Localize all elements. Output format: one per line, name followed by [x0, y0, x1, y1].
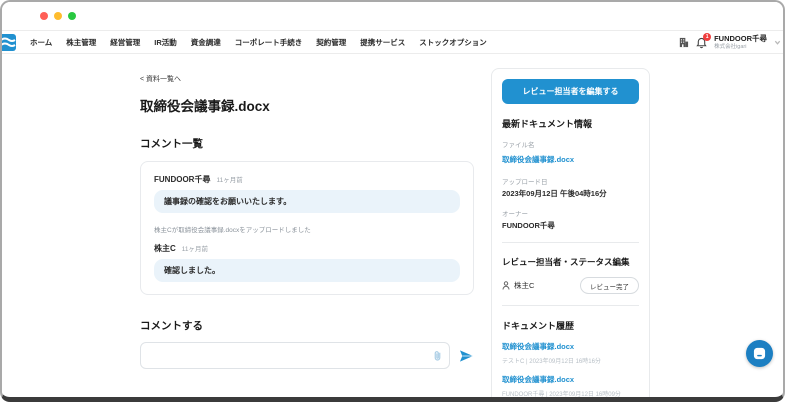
notifications-button[interactable]: 1	[696, 37, 707, 49]
comment-input[interactable]	[140, 342, 450, 369]
nav-item-home[interactable]: ホーム	[30, 37, 52, 48]
nav-item-corporate-procedures[interactable]: コーポレート手続き	[235, 37, 303, 48]
fundoor-logo-icon[interactable]	[0, 34, 16, 51]
close-window-button[interactable]	[40, 12, 48, 20]
user-menu[interactable]: FUNDOOR千尋 株式会社igari	[714, 35, 767, 50]
comments-heading: コメント一覧	[140, 136, 474, 151]
comment-bubble: 確認しました。	[154, 259, 460, 282]
comment-bubble: 議事録の確認をお願いいたします。	[154, 190, 460, 213]
person-icon	[502, 281, 510, 290]
comment-composer	[140, 342, 474, 369]
owner-label: オーナー	[502, 208, 639, 218]
system-message: 株主Cが取締役会議事録.docxをアップロードしました	[154, 224, 460, 234]
comment-author: FUNDOOR千尋	[154, 174, 210, 185]
nav-item-stock-options[interactable]: ストックオプション	[419, 37, 487, 48]
comment-list: FUNDOOR千尋 11ヶ月前 議事録の確認をお願いいたします。 株主Cが取締役…	[140, 161, 474, 295]
document-history-heading: ドキュメント履歴	[502, 319, 639, 332]
chat-support-button[interactable]	[746, 340, 773, 367]
upload-date-value: 2023年09月12日 午後04時16分	[502, 188, 639, 199]
nav-item-shareholder-management[interactable]: 株主管理	[66, 37, 96, 48]
file-name-link[interactable]: 取締役会議事録.docx	[502, 154, 574, 165]
history-document-link[interactable]: 取締役会議事録.docx	[502, 374, 574, 385]
review-status-badge[interactable]: レビュー完了	[580, 277, 639, 294]
main-navigation: ホーム 株主管理 経営管理 IR活動 資金調達 コーポレート手続き 契約管理 提…	[2, 37, 487, 48]
building-icon[interactable]	[678, 37, 689, 48]
nav-item-fundraising[interactable]: 資金調達	[191, 37, 221, 48]
comment: 株主C 11ヶ月前 確認しました。	[154, 243, 460, 282]
edit-reviewers-button[interactable]: レビュー担当者を編集する	[502, 79, 639, 104]
comment-time: 11ヶ月前	[182, 243, 208, 253]
nav-item-business-management[interactable]: 経営管理	[110, 37, 140, 48]
history-meta: テストC | 2023年09月12日 16時16分	[502, 356, 639, 365]
send-comment-button[interactable]	[459, 349, 474, 363]
app-window: ホーム 株主管理 経営管理 IR活動 資金調達 コーポレート手続き 契約管理 提…	[0, 0, 785, 402]
navbar-right: 1 FUNDOOR千尋 株式会社igari	[678, 31, 781, 54]
nav-item-contract-management[interactable]: 契約管理	[316, 37, 346, 48]
comment-time: 11ヶ月前	[216, 174, 242, 184]
comment: FUNDOOR千尋 11ヶ月前 議事録の確認をお願いいたします。	[154, 174, 460, 213]
notification-badge: 1	[703, 33, 711, 41]
user-company: 株式会社igari	[714, 44, 767, 50]
chat-bubble-icon	[753, 347, 766, 360]
maximize-window-button[interactable]	[68, 12, 76, 20]
nav-item-ir-activities[interactable]: IR活動	[154, 37, 177, 48]
document-detail-main: < 資料一覧へ 取締役会議事録.docx コメント一覧 FUNDOOR千尋 11…	[140, 68, 474, 369]
chevron-down-icon[interactable]	[774, 39, 781, 46]
reviewer-row: 株主C レビュー完了	[502, 277, 639, 294]
navbar: ホーム 株主管理 経営管理 IR活動 資金調達 コーポレート手続き 契約管理 提…	[2, 31, 783, 54]
review-status-heading: レビュー担当者・ステータス編集	[502, 256, 639, 268]
attachment-icon[interactable]	[433, 350, 442, 361]
upload-date-label: アップロード日	[502, 176, 639, 186]
minimize-window-button[interactable]	[54, 12, 62, 20]
page-title: 取締役会議事録.docx	[140, 95, 474, 115]
titlebar	[2, 2, 783, 31]
history-document-link[interactable]: 取締役会議事録.docx	[502, 341, 574, 352]
back-to-documents-link[interactable]: < 資料一覧へ	[140, 74, 181, 84]
divider	[502, 242, 639, 243]
doc-info-heading: 最新ドキュメント情報	[502, 117, 639, 130]
document-sidebar: レビュー担当者を編集する 最新ドキュメント情報 ファイル名 取締役会議事録.do…	[491, 68, 650, 402]
owner-value: FUNDOOR千尋	[502, 220, 639, 231]
comment-author: 株主C	[154, 243, 176, 254]
composer-heading: コメントする	[140, 318, 474, 333]
divider	[502, 305, 639, 306]
file-name-label: ファイル名	[502, 139, 639, 149]
reviewer-name: 株主C	[514, 280, 534, 291]
history-meta: FUNDOOR千尋 | 2023年09月12日 16時09分	[502, 389, 639, 398]
nav-item-partner-services[interactable]: 提携サービス	[360, 37, 405, 48]
user-name: FUNDOOR千尋	[714, 35, 767, 44]
